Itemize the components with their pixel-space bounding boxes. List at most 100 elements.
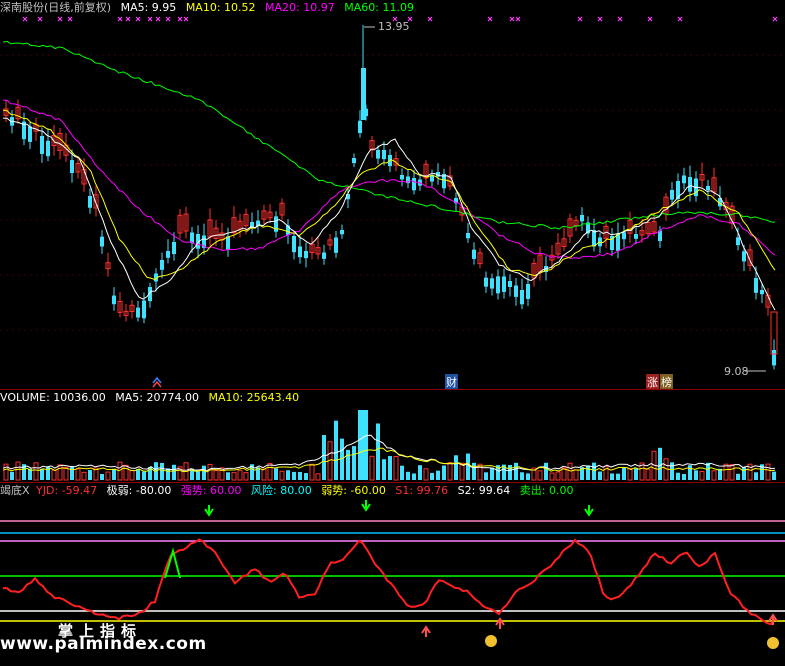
down-arrow-icon (361, 500, 371, 512)
candle-body (70, 160, 74, 174)
volume-bar (172, 464, 176, 480)
candle-body (526, 284, 530, 299)
up-arrow-icon (152, 380, 162, 388)
candle-body (400, 175, 404, 180)
volume-bar (160, 462, 164, 480)
volume-bar (442, 465, 446, 480)
candle-body (412, 178, 416, 191)
volume-bar (544, 462, 548, 480)
candle-body (736, 237, 740, 246)
ma60-line (2, 40, 776, 230)
volume-bar (376, 423, 380, 480)
candle-body (100, 236, 104, 247)
volume-bar (418, 465, 422, 480)
marker-x-icon (509, 16, 515, 22)
volume-bar (352, 446, 356, 480)
volume-bar (477, 463, 483, 481)
price-panel[interactable]: 深南股份(日线,前复权) MA5: 9.95 MA10: 10.52 MA20:… (0, 0, 785, 390)
volume-bar (33, 462, 39, 481)
candlestick-chart[interactable] (0, 0, 785, 390)
candle-body (142, 300, 146, 319)
marker-x-icon (183, 16, 189, 22)
candle-body (298, 246, 302, 258)
candle-body (322, 252, 326, 259)
volume-bar (406, 471, 410, 480)
volume-bar (688, 465, 692, 480)
volume-bar (382, 459, 386, 480)
volume-bar (226, 472, 230, 480)
volume-bar (699, 470, 705, 481)
ma5-line (2, 117, 776, 311)
volume-bar (70, 466, 74, 480)
volume-bar (537, 470, 543, 481)
volume-bar (112, 468, 116, 480)
money-bag-icon (485, 635, 497, 647)
down-arrow-icon (584, 505, 594, 517)
candle-body (622, 232, 626, 240)
volume-bar (123, 464, 129, 481)
volume-bar (694, 470, 698, 480)
volume-bar (75, 468, 81, 481)
volume-bar (393, 456, 399, 481)
marker-x-icon (37, 16, 43, 22)
volume-bar (454, 455, 458, 480)
marker-x-icon (67, 16, 73, 22)
volume-bar (573, 469, 579, 481)
volume-bar (555, 471, 561, 481)
marker-x-icon (135, 16, 141, 22)
candle-body (112, 295, 116, 305)
volume-bar (622, 468, 626, 480)
volume-bar (322, 435, 326, 480)
marker-x-icon (155, 16, 161, 22)
marker-x-icon (617, 16, 623, 22)
volume-bar (645, 468, 651, 481)
volume-bar (549, 472, 555, 481)
volume-bar (261, 468, 267, 481)
volume-bar (670, 462, 674, 480)
volume-bar (315, 473, 321, 481)
volume-bar (298, 471, 302, 480)
candle-body (172, 242, 176, 255)
volume-bar (10, 471, 14, 480)
volume-bar (361, 410, 366, 480)
marker-x-icon (427, 16, 433, 22)
candle-body (502, 276, 506, 292)
marker-x-icon (677, 16, 683, 22)
volume-panel[interactable]: VOLUME: 10036.00 MA5: 20774.00 MA10: 256… (0, 390, 785, 483)
candle-body (46, 140, 50, 157)
volume-bar (586, 465, 590, 480)
marker-x-icon (772, 16, 778, 22)
volume-bar (40, 468, 44, 480)
candle-body (580, 215, 584, 222)
volume-bar (484, 472, 488, 480)
marker-x-icon (117, 16, 123, 22)
volume-bar (369, 455, 375, 481)
finance-tag[interactable]: 财 (445, 374, 458, 390)
volume-bar (754, 472, 758, 480)
volume-bar (105, 471, 111, 481)
candle-body (28, 126, 32, 142)
volume-bar (682, 473, 686, 480)
volume-bar (166, 468, 170, 480)
volume-bar (100, 473, 104, 480)
candle-body (292, 236, 296, 253)
candle-body (88, 196, 92, 208)
candle-body (670, 190, 674, 200)
volume-bar (213, 470, 219, 481)
volume-bar (729, 464, 735, 481)
volume-bar (231, 472, 237, 481)
volume-bar (309, 463, 315, 481)
ranking-tag[interactable]: 榜 (660, 374, 673, 390)
volume-bar (526, 473, 530, 480)
candle-body (274, 216, 278, 232)
volume-bar (514, 462, 518, 480)
marker-x-icon (597, 16, 603, 22)
volume-bar (196, 471, 200, 480)
volume-chart[interactable] (0, 390, 785, 483)
marker-x-icon (577, 16, 583, 22)
volume-bar (627, 468, 633, 481)
candle-body (508, 281, 512, 287)
candle-body (304, 251, 308, 259)
marker-x-icon (487, 16, 493, 22)
limit-up-tag[interactable]: 涨 (646, 374, 659, 390)
